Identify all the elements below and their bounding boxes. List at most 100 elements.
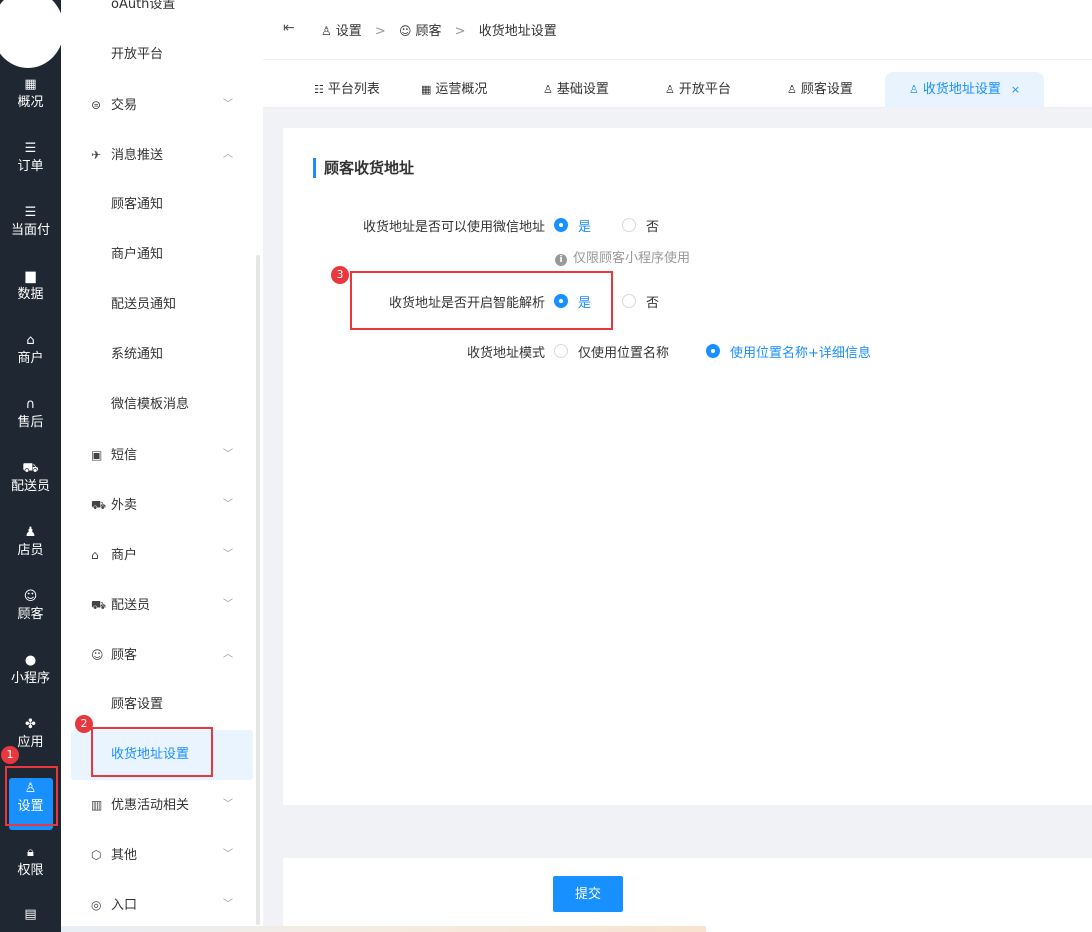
rail-item-wechat[interactable]: ● 小程序 [0, 644, 61, 708]
tab-label: 开放平台 [678, 82, 731, 97]
user-setting-icon: ♙ [321, 24, 332, 38]
rail-item-headset[interactable]: ∩ 售后 [0, 388, 61, 452]
address-settings-card: 顾客收货地址 收货地址是否可以使用微信地址 是 否 i 仅限顾客小程序使用 3 收… [283, 128, 1092, 805]
submenu-item-label: 商户通知 [111, 247, 164, 262]
chevron-down-icon[interactable]: ﹀ [223, 80, 233, 130]
submenu-item[interactable]: ⛟ 配送员 ﹀ [61, 580, 263, 630]
rail-item-label: 权限 [17, 863, 44, 878]
submenu-item[interactable]: 微信模板消息 [61, 380, 263, 430]
submenu-item[interactable]: ⊜ 交易 ﹀ [61, 80, 263, 130]
wechat-yes-label[interactable]: 是 [578, 216, 591, 235]
chevron-down-icon[interactable]: ﹀ [223, 880, 233, 930]
breadcrumb-separator: > [454, 24, 466, 39]
user-setting-icon: ♙ [909, 83, 919, 96]
submit-button[interactable]: 提交 [553, 876, 623, 912]
rail-item-staff[interactable]: ♟ 店员 [0, 516, 61, 580]
step-badge-3: 3 [331, 266, 349, 284]
dashboard-icon: ▦ [421, 83, 432, 96]
hint-text: 仅限顾客小程序使用 [573, 251, 691, 266]
chevron-down-icon[interactable]: ﹀ [223, 530, 233, 580]
submenu-item[interactable]: ◎ 入口 ﹀ [61, 880, 263, 930]
submenu-item[interactable]: ▥ 优惠活动相关 ﹀ [61, 780, 263, 830]
rail-item-overview[interactable]: ▦ 概况 [0, 68, 61, 132]
submenu-item[interactable]: 顾客通知 [61, 180, 263, 230]
chevron-down-icon[interactable]: ﹀ [223, 830, 233, 880]
submenu-item-label: 系统通知 [111, 347, 164, 362]
submenu-item-label: 消息推送 [111, 148, 164, 163]
step-badge-1: 1 [1, 746, 19, 764]
breadcrumb-item[interactable]: 设置 [336, 24, 362, 39]
tab-platform-list[interactable]: ☷ 平台列表 [314, 72, 380, 108]
rail-item-pay[interactable]: ☰ 当面付 [0, 196, 61, 260]
rail-item-store[interactable]: ⌂ 商户 [0, 324, 61, 388]
highlight-address-setting-box [91, 727, 213, 777]
mode-name-only-radio[interactable] [554, 344, 568, 358]
rail-item-lock[interactable]: 🔒︎ 权限 [0, 836, 61, 900]
tab-customer-settings[interactable]: ♙ 顾客设置 [787, 72, 853, 108]
avatar[interactable] [0, 0, 61, 68]
submenu-item[interactable]: ⌂ 商户 ﹀ [61, 530, 263, 580]
submenu-item-label: oAuth设置 [111, 0, 176, 12]
tab-label: 基础设置 [556, 82, 609, 97]
rail-item-label: 当面付 [10, 223, 50, 238]
close-icon[interactable]: × [1011, 83, 1020, 96]
submenu-item[interactable]: ✈ 消息推送 ︿ [61, 130, 263, 180]
tab-operation-overview[interactable]: ▦ 运营概况 [421, 72, 487, 108]
collapse-menu-icon[interactable]: ⇤ [283, 20, 295, 36]
report-nav-item[interactable]: ▤ [0, 898, 61, 932]
wechat-yes-radio[interactable] [554, 218, 568, 232]
submenu-item[interactable]: 开放平台 [61, 30, 263, 80]
submenu-scrollbar[interactable] [256, 255, 260, 925]
submenu-item[interactable]: ⬡ 其他 ﹀ [61, 830, 263, 880]
rail-item-bar-chart[interactable]: ▆ 数据 [0, 260, 61, 324]
submenu-item[interactable]: 配送员通知 [61, 280, 263, 330]
smart-parse-label: 收货地址是否开启智能解析 [388, 296, 545, 311]
chevron-down-icon[interactable]: ﹀ [223, 480, 233, 530]
trade-icon: ⊜ [91, 98, 102, 112]
smart-no-radio[interactable] [622, 294, 636, 308]
submenu-item[interactable]: ☺ 顾客 ︿ [61, 630, 263, 680]
submenu-item-label: 开放平台 [111, 47, 164, 62]
wechat-address-label: 收货地址是否可以使用微信地址 [362, 220, 545, 235]
submenu-item-label: 顾客 [111, 648, 138, 663]
tab-open-platform[interactable]: ♙ 开放平台 [665, 72, 731, 108]
delivery-icon: ⛟ [22, 461, 39, 476]
smart-yes-label[interactable]: 是 [578, 292, 591, 311]
smart-yes-radio[interactable] [554, 294, 568, 308]
wechat-hint: i 仅限顾客小程序使用 [555, 247, 690, 266]
wechat-no-radio[interactable] [622, 218, 636, 232]
chevron-down-icon[interactable]: ﹀ [223, 430, 233, 480]
breadcrumb: ♙ 设置 > ☺ 顾客 > 收货地址设置 [321, 20, 557, 39]
submenu-item[interactable]: ⛟ 外卖 ﹀ [61, 480, 263, 530]
rail-item-delivery[interactable]: ⛟ 配送员 [0, 452, 61, 516]
customer-icon: ☺ [398, 24, 412, 38]
chevron-up-icon[interactable]: ︿ [223, 630, 233, 680]
submenu-item-label: 商户 [111, 548, 138, 563]
bar-chart-icon: ▆ [25, 269, 36, 284]
submenu-item[interactable]: 商户通知 [61, 230, 263, 280]
submenu-item[interactable]: ▣ 短信 ﹀ [61, 430, 263, 480]
tab-address-settings[interactable]: ♙ 收货地址设置 × [885, 72, 1045, 108]
smart-no-label[interactable]: 否 [646, 292, 659, 311]
overview-icon: ▦ [24, 77, 37, 92]
tab-label: 收货地址设置 [922, 82, 1001, 97]
mode-name-detail-label[interactable]: 使用位置名称+详细信息 [730, 342, 871, 361]
tab-basic-settings[interactable]: ♙ 基础设置 [543, 72, 609, 108]
rail-item-customer[interactable]: ☺ 顾客 [0, 580, 61, 644]
submenu-item[interactable]: oAuth设置 [61, 0, 263, 30]
rail-item-label: 概况 [17, 95, 44, 110]
mode-name-detail-radio[interactable] [706, 344, 720, 358]
wechat-no-label[interactable]: 否 [646, 216, 659, 235]
chevron-down-icon[interactable]: ﹀ [223, 580, 233, 630]
chevron-up-icon[interactable]: ︿ [223, 130, 233, 180]
breadcrumb-item[interactable]: 顾客 [415, 24, 441, 39]
rail-item-order-list[interactable]: ☰ 订单 [0, 132, 61, 196]
pay-icon: ☰ [24, 205, 37, 220]
chevron-down-icon[interactable]: ﹀ [223, 780, 233, 830]
compass-icon: ◎ [91, 898, 102, 912]
rail-item-label: 小程序 [10, 671, 50, 686]
mode-name-only-label[interactable]: 仅使用位置名称 [578, 342, 669, 361]
breadcrumb-separator: > [374, 24, 386, 39]
rider-icon: ⛟ [91, 598, 107, 612]
submenu-item[interactable]: 系统通知 [61, 330, 263, 380]
